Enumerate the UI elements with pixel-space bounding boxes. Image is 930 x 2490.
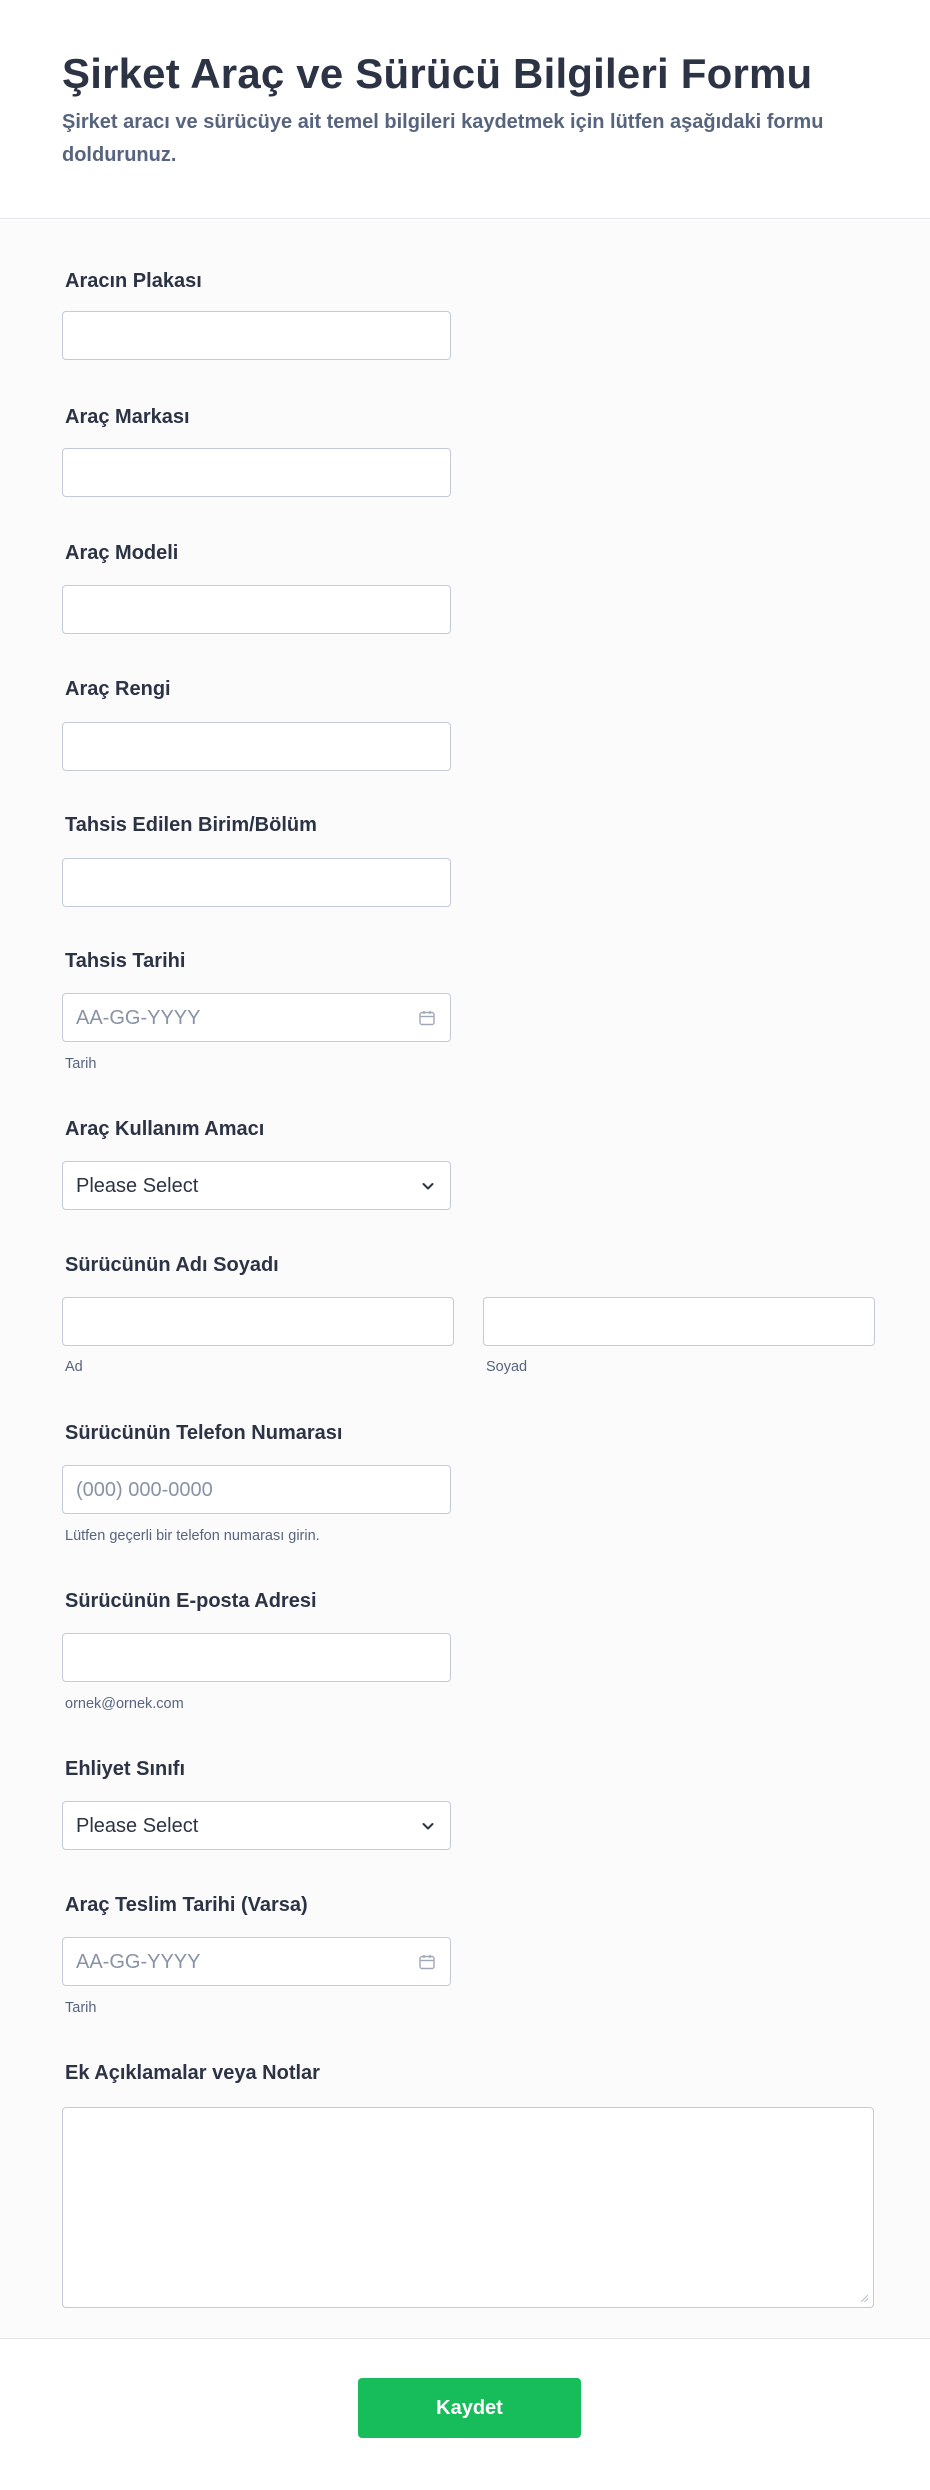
delivery-date-input[interactable]: AA-GG-YYYY	[62, 1937, 451, 1986]
model-input[interactable]	[62, 585, 451, 634]
brand-label: Araç Markası	[65, 406, 190, 428]
delivery-date-sublabel: Tarih	[65, 2000, 97, 2016]
license-select[interactable]: Please Select	[62, 1801, 451, 1850]
chevron-down-icon	[422, 1823, 434, 1830]
form-body	[0, 220, 930, 2338]
purpose-select[interactable]: Please Select	[62, 1161, 451, 1210]
email-label: Sürücünün E-posta Adresi	[65, 1590, 317, 1612]
form-title: Şirket Araç ve Sürücü Bilgileri Formu	[62, 50, 813, 97]
assign-date-label: Tahsis Tarihi	[65, 950, 186, 972]
plate-input[interactable]	[62, 311, 451, 360]
delivery-date-placeholder: AA-GG-YYYY	[76, 1951, 201, 1973]
driver-name-label: Sürücünün Adı Soyadı	[65, 1254, 279, 1276]
notes-label: Ek Açıklamalar veya Notlar	[65, 2062, 320, 2084]
email-input[interactable]	[62, 1633, 451, 1682]
submit-button[interactable]: Kaydet	[358, 2378, 581, 2438]
delivery-date-label: Araç Teslim Tarihi (Varsa)	[65, 1894, 308, 1916]
calendar-icon[interactable]	[418, 1953, 436, 1971]
model-label: Araç Modeli	[65, 542, 179, 564]
phone-sublabel: Lütfen geçerli bir telefon numarası giri…	[65, 1528, 320, 1544]
resize-handle-icon[interactable]	[859, 2293, 869, 2303]
unit-label: Tahsis Edilen Birim/Bölüm	[65, 814, 317, 836]
calendar-icon[interactable]	[418, 1009, 436, 1027]
plate-label: Aracın Plakası	[65, 270, 202, 292]
email-sublabel: ornek@ornek.com	[65, 1696, 184, 1712]
form-header: Şirket Araç ve Sürücü Bilgileri Formu Şi…	[0, 0, 930, 219]
color-input[interactable]	[62, 722, 451, 771]
phone-input[interactable]: (000) 000-0000	[62, 1465, 451, 1514]
form-description: Şirket aracı ve sürücüye ait temel bilgi…	[62, 111, 824, 166]
color-label: Araç Rengi	[65, 678, 171, 700]
brand-input[interactable]	[62, 448, 451, 497]
form-footer: Kaydet	[0, 2338, 930, 2490]
purpose-label: Araç Kullanım Amacı	[65, 1118, 265, 1140]
assign-date-sublabel: Tarih	[65, 1056, 97, 1072]
last-name-input[interactable]	[483, 1297, 875, 1346]
phone-placeholder: (000) 000-0000	[76, 1479, 213, 1501]
license-selected: Please Select	[76, 1815, 199, 1837]
first-name-input[interactable]	[62, 1297, 454, 1346]
unit-input[interactable]	[62, 858, 451, 907]
first-name-sublabel: Ad	[65, 1359, 83, 1375]
last-name-sublabel: Soyad	[486, 1359, 528, 1375]
assign-date-input[interactable]: AA-GG-YYYY	[62, 993, 451, 1042]
license-label: Ehliyet Sınıfı	[65, 1758, 186, 1780]
assign-date-placeholder: AA-GG-YYYY	[76, 1007, 201, 1029]
purpose-selected: Please Select	[76, 1175, 199, 1197]
chevron-down-icon	[422, 1183, 434, 1190]
notes-textarea[interactable]	[62, 2107, 874, 2308]
phone-label: Sürücünün Telefon Numarası	[65, 1422, 343, 1444]
